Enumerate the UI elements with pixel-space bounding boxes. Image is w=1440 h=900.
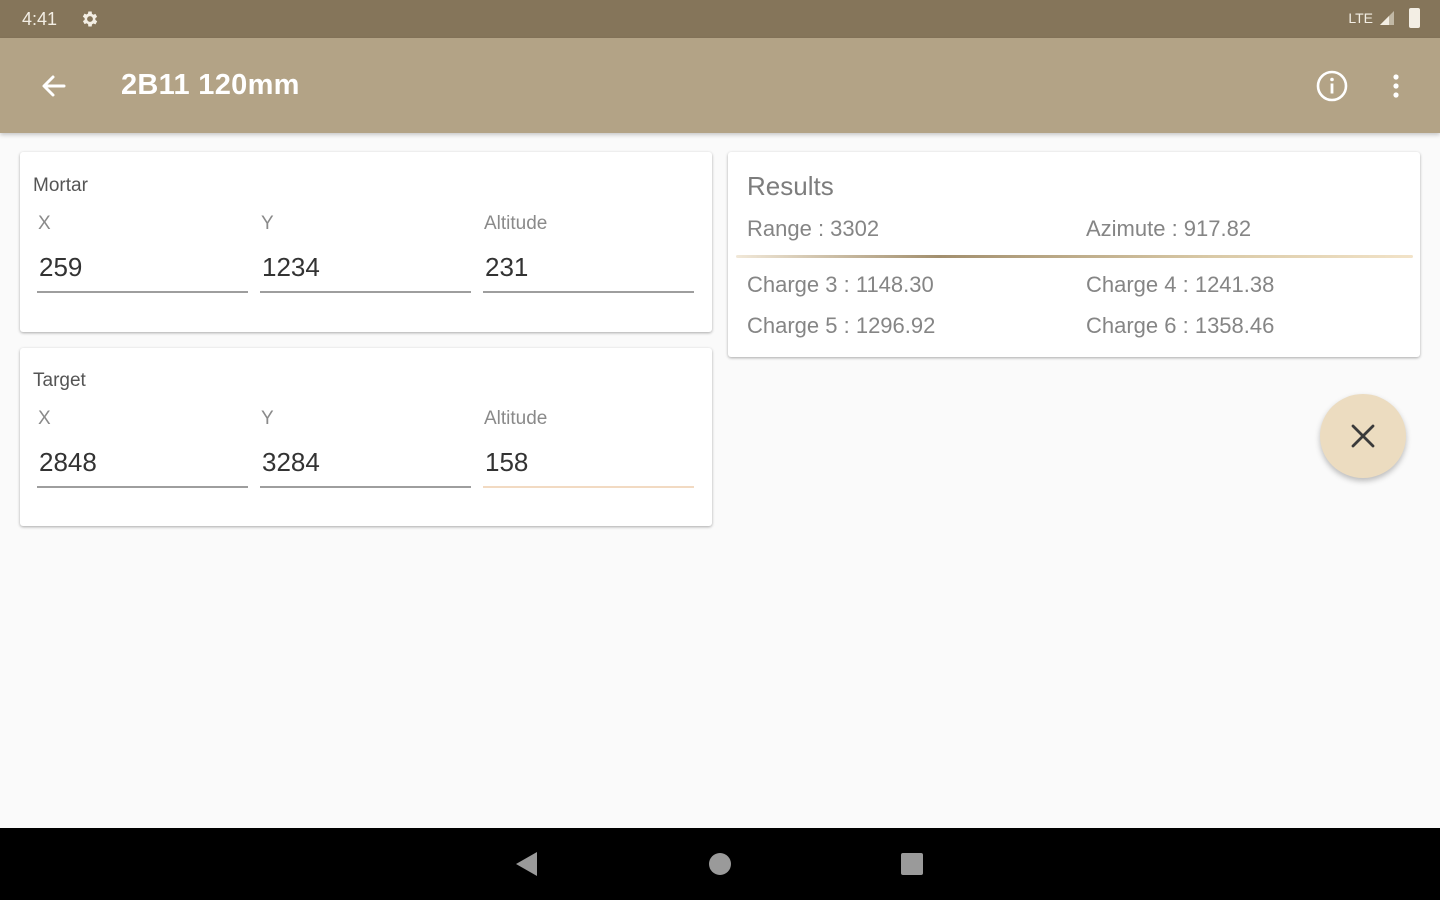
target-altitude-label: Altitude	[484, 408, 548, 429]
target-y-label: Y	[261, 408, 274, 429]
range-value: Range : 3302	[747, 216, 880, 241]
status-time: 4:41	[22, 9, 58, 29]
more-vert-icon	[1393, 74, 1399, 98]
mortar-y-label: Y	[261, 213, 274, 234]
charge-3-value: Charge 3 : 1148.30	[747, 272, 934, 297]
nav-home-button[interactable]	[702, 846, 738, 882]
nav-home-icon	[709, 853, 731, 875]
gear-icon	[80, 9, 100, 29]
info-button[interactable]	[1312, 66, 1352, 106]
charge-6-value: Charge 6 : 1358.46	[1086, 313, 1275, 338]
mortar-y-input[interactable]	[260, 247, 471, 293]
charge-4-value: Charge 4 : 1241.38	[1086, 272, 1275, 297]
charge-5-value: Charge 5 : 1296.92	[747, 313, 936, 338]
results-divider	[736, 255, 1413, 258]
target-card: Target X Y Altitude	[20, 348, 712, 526]
mortar-title: Mortar	[33, 175, 88, 196]
status-icons: LTE	[1348, 8, 1420, 28]
nav-back-icon	[516, 852, 537, 876]
info-icon	[1316, 70, 1348, 102]
network-type: LTE	[1348, 10, 1373, 26]
results-card: Results Range : 3302 Azimute : 917.82 Ch…	[728, 152, 1420, 357]
clear-fab-button[interactable]	[1320, 394, 1406, 478]
nav-recents-icon	[901, 853, 923, 875]
mortar-altitude-label: Altitude	[484, 213, 548, 234]
nav-back-button[interactable]	[508, 846, 544, 882]
close-icon	[1351, 424, 1375, 448]
target-y-input[interactable]	[260, 442, 471, 488]
app-bar: 2B11 120mm	[0, 38, 1440, 133]
cell-signal-icon	[1379, 10, 1395, 26]
more-options-button[interactable]	[1376, 66, 1416, 106]
target-x-label: X	[38, 408, 51, 429]
target-x-input[interactable]	[37, 442, 248, 488]
target-altitude-input[interactable]	[483, 442, 694, 488]
nav-recents-button[interactable]	[894, 846, 930, 882]
status-bar: 4:41 LTE	[0, 0, 1440, 38]
app-title: 2B11 120mm	[121, 69, 300, 101]
mortar-x-input[interactable]	[37, 247, 248, 293]
system-nav-bar	[0, 828, 1440, 900]
target-title: Target	[33, 370, 86, 391]
back-button[interactable]	[34, 66, 74, 106]
azimute-value: Azimute : 917.82	[1086, 216, 1252, 241]
battery-icon	[1409, 8, 1420, 28]
results-title: Results	[747, 171, 834, 201]
mortar-altitude-input[interactable]	[483, 247, 694, 293]
mortar-card: Mortar X Y Altitude	[20, 152, 712, 332]
mortar-x-label: X	[38, 213, 51, 234]
arrow-back-icon	[42, 75, 66, 97]
